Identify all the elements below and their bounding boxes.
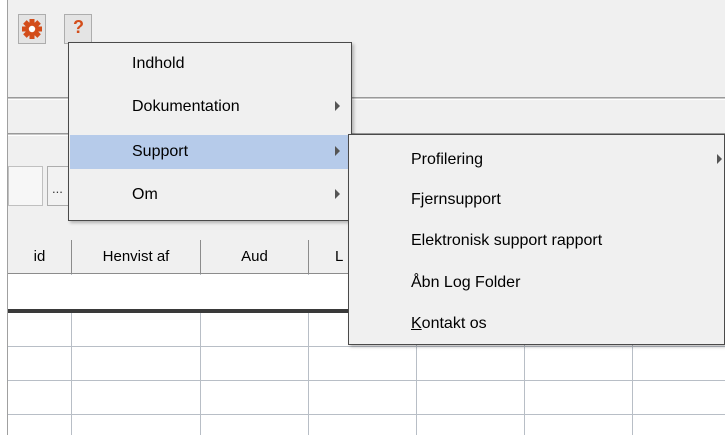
- submenu-arrow-icon: [335, 101, 340, 111]
- menu-item-label: Dokumentation: [132, 98, 240, 115]
- submenu-arrow-icon: [335, 146, 340, 156]
- menu-item-label: Åbn Log Folder: [411, 274, 521, 291]
- column-header-aud[interactable]: Aud: [201, 240, 309, 274]
- menu-item-label: Fjernsupport: [411, 191, 501, 208]
- menu-item-label: Om: [132, 186, 158, 203]
- menu-item-label-rest: ontakt os: [421, 315, 487, 332]
- help-button[interactable]: ?: [64, 14, 92, 44]
- menu-item-label: Kontakt os: [411, 315, 487, 333]
- help-menu: Indhold Dokumentation Support Om: [68, 42, 352, 221]
- menu-item-label: Support: [132, 143, 189, 160]
- menu-item-label: Profilering: [411, 151, 484, 168]
- submenu-arrow-icon: [335, 189, 340, 199]
- grid-row-line: [8, 414, 725, 415]
- browse-button[interactable]: ...: [47, 166, 69, 206]
- support-submenu: Profilering Fjernsupport Elektronisk sup…: [348, 134, 725, 345]
- browse-button-label: ...: [52, 181, 63, 196]
- settings-button[interactable]: [18, 14, 46, 44]
- menu-item-fjernsupport[interactable]: Fjernsupport: [350, 183, 723, 217]
- column-header-henvist-af[interactable]: Henvist af: [72, 240, 201, 274]
- menu-item-dokumentation[interactable]: Dokumentation: [70, 90, 350, 124]
- grid-row-line: [8, 346, 725, 347]
- menu-item-abn-log-folder[interactable]: Åbn Log Folder: [350, 266, 723, 300]
- accelerator-key: K: [411, 315, 422, 332]
- submenu-arrow-icon: [717, 154, 722, 164]
- menu-item-label: Elektronisk support rapport: [411, 232, 603, 249]
- menu-item-kontakt-os[interactable]: Kontakt os: [350, 307, 723, 341]
- menu-item-elektronisk-support-rapport[interactable]: Elektronisk support rapport: [350, 224, 723, 258]
- menu-item-support[interactable]: Support: [70, 135, 350, 169]
- column-header-id[interactable]: id: [8, 240, 72, 274]
- menu-item-label: Indhold: [132, 55, 185, 72]
- help-icon: ?: [73, 17, 84, 37]
- menu-item-om[interactable]: Om: [70, 178, 350, 212]
- grid-row-line: [8, 380, 725, 381]
- window-left-edge: [0, 0, 8, 435]
- search-field[interactable]: [8, 166, 43, 206]
- menu-item-indhold[interactable]: Indhold: [70, 47, 350, 81]
- gear-icon: [22, 19, 42, 39]
- menu-item-profilering[interactable]: Profilering: [350, 143, 723, 177]
